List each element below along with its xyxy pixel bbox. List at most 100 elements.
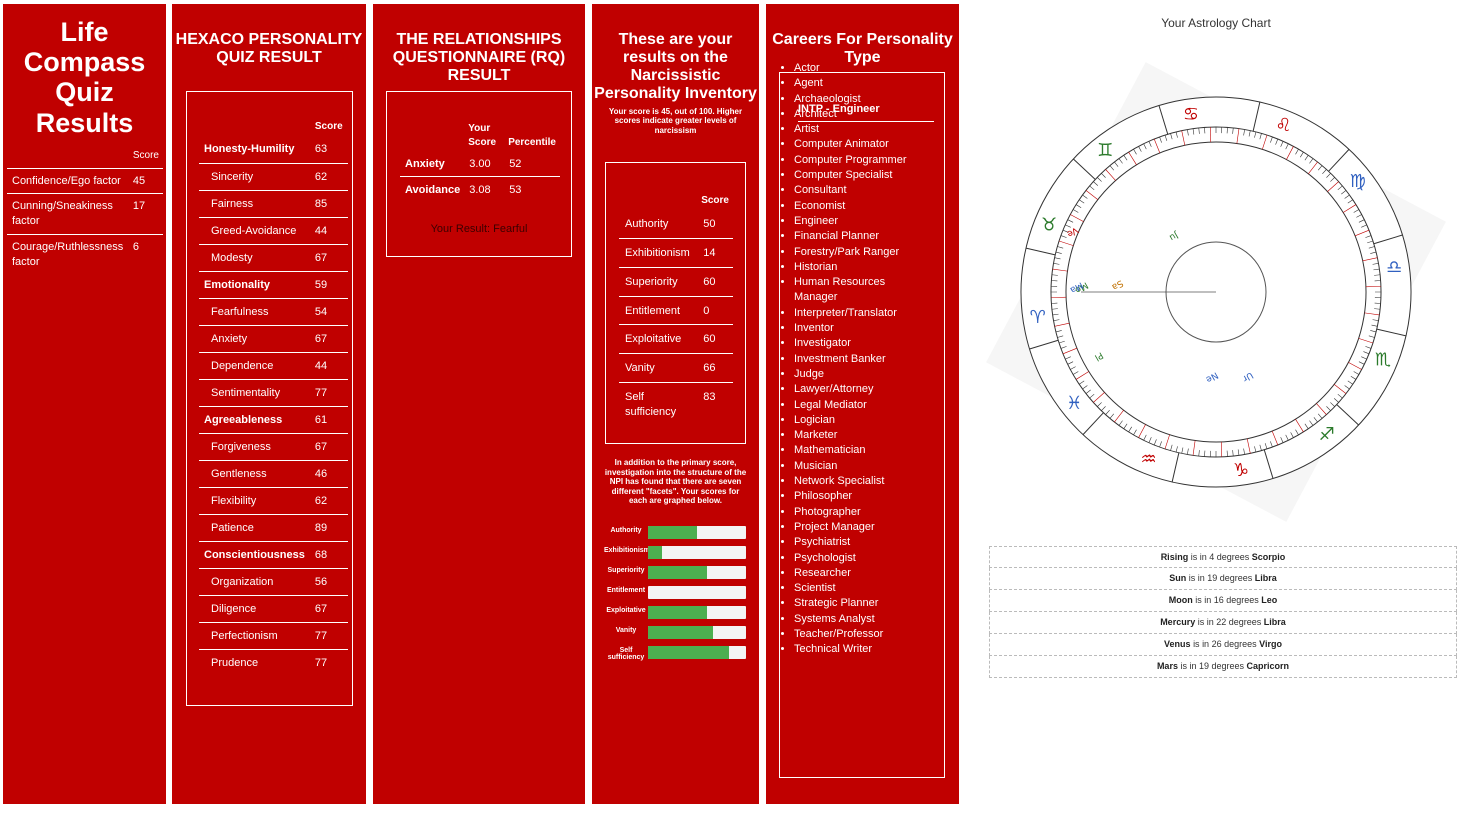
table-row: Flexibility 62 <box>199 487 348 515</box>
table-row: Avoidance 3.08 53 <box>400 177 560 203</box>
career-item: Computer Programmer <box>794 153 922 168</box>
row-score: 67 <box>309 325 348 353</box>
career-item: Architect <box>794 107 922 122</box>
career-item: Actor <box>794 61 922 76</box>
planet-name: Mercury <box>1160 617 1196 627</box>
zodiac-glyph: ♌ <box>1275 115 1291 136</box>
zodiac-glyph: ♏ <box>1375 349 1391 370</box>
zodiac-glyph: ♉ <box>1041 215 1057 236</box>
facet-bar-fill <box>648 566 707 579</box>
row-score: 89 <box>309 514 348 542</box>
row-score: 61 <box>309 406 348 434</box>
row-score: 6 <box>132 241 139 254</box>
npi-panel: These are your results on the Narcissist… <box>592 4 759 804</box>
row-score: 68 <box>309 541 348 569</box>
planet-name: Venus <box>1164 639 1191 649</box>
row-label: Confidence/Ego factor <box>7 168 128 195</box>
career-item: Psychologist <box>794 551 922 566</box>
table-row: Vanity 66 <box>619 353 733 384</box>
table-row: Authority 50 <box>619 210 733 239</box>
zodiac-glyph: ♎ <box>1386 257 1402 278</box>
career-item: Mathematician <box>794 443 922 458</box>
planet-sign: Libra <box>1254 573 1277 583</box>
row-label: Fearfulness <box>199 298 310 326</box>
row-score: 83 <box>703 391 716 404</box>
facet-row: Exploitative <box>604 606 746 619</box>
table-row: Gentleness 46 <box>199 460 348 488</box>
zodiac-glyph: ♋ <box>1183 104 1199 125</box>
career-item: Engineer <box>794 214 922 229</box>
row-label: Superiority <box>619 267 698 297</box>
rq-result: Your Result: Fearful <box>430 223 528 235</box>
life-compass-title: Life Compass Quiz Results <box>23 17 146 138</box>
row-label: Self sufficiency <box>625 391 677 418</box>
row-label: Fairness <box>199 190 310 218</box>
hexaco-box: Score Honesty-Humility 63 Sincerity 62 Fairn… <box>186 91 353 706</box>
score-header: Score <box>701 195 729 206</box>
position-row: Sun is in 19 degrees Libra <box>989 568 1457 590</box>
row-label: Conscientiousness <box>199 541 310 569</box>
zodiac-glyph: ♈ <box>1030 307 1046 328</box>
career-item: Systems Analyst <box>794 612 922 627</box>
row-label: Emotionality <box>199 271 310 299</box>
careers-title: Careers For Personality Type <box>772 31 953 66</box>
row-score: 56 <box>309 568 348 596</box>
row-label: Exhibitionism <box>619 238 698 268</box>
facet-bar-fill <box>648 526 697 539</box>
table-row: Fearfulness 54 <box>199 298 348 326</box>
npi-title: These are your results on the Narcissist… <box>594 31 757 102</box>
row-label: Organization <box>199 568 310 596</box>
row-label: Forgiveness <box>199 433 310 461</box>
row-score: 66 <box>697 353 733 384</box>
row-score: 44 <box>309 352 348 380</box>
planet-degree: is in 4 degrees <box>1190 552 1250 562</box>
row-score: 44 <box>309 217 348 245</box>
career-item: Agent <box>794 76 922 91</box>
hexaco-title: HEXACO PERSONALITY QUIZ RESULT <box>175 31 363 66</box>
zodiac-glyph: ♓ <box>1066 393 1082 414</box>
career-item: Philosopher <box>794 489 922 504</box>
row-score: 63 <box>309 136 348 164</box>
row-score: 77 <box>314 656 328 669</box>
table-row: Greed-Avoidance 44 <box>199 217 348 245</box>
zodiac-glyph: ♐ <box>1319 424 1335 445</box>
life-compass-table: Score Confidence/Ego factor 45 Cunning/S… <box>7 144 163 275</box>
table-row: Prudence 77 <box>199 649 348 676</box>
row-label: Exploitative <box>619 324 698 355</box>
zodiac-glyph: ♒ <box>1141 449 1157 470</box>
facet-label: Authority <box>610 527 642 534</box>
table-row: Perfectionism 77 <box>199 622 348 650</box>
facet-bar <box>648 566 746 579</box>
career-item: Computer Specialist <box>794 168 922 183</box>
row-label: Anxiety <box>400 151 465 177</box>
row-score: 0 <box>697 296 733 326</box>
table-row: Honesty-Humility 63 <box>199 136 348 164</box>
row-percentile: 53 <box>509 184 522 196</box>
career-item: Teacher/Professor <box>794 627 922 642</box>
career-item: Logician <box>794 413 922 428</box>
career-item: Consultant <box>794 183 922 198</box>
npi-table: Score Authority 50 Exhibitionism 14 Superior… <box>619 191 733 426</box>
table-row: Anxiety 67 <box>199 325 348 353</box>
career-item: Psychiatrist <box>794 535 922 550</box>
table-row: Emotionality 59 <box>199 271 348 299</box>
facet-label: Exhibitionism <box>604 547 650 554</box>
facet-bar <box>648 546 746 559</box>
career-item: Forestry/Park Ranger <box>794 245 922 260</box>
career-item: Legal Mediator <box>794 398 922 413</box>
planet-name: Sun <box>1169 573 1187 583</box>
row-score: 54 <box>309 298 348 326</box>
careers-panel: Careers For Personality Type INTP - Engi… <box>766 4 959 804</box>
planet-sign: Leo <box>1261 595 1278 605</box>
row-score: 62 <box>309 163 348 191</box>
life-compass-panel: Life Compass Quiz Results Score Confiden… <box>3 4 166 804</box>
table-row: Exploitative 60 <box>619 324 733 355</box>
row-score: 3.08 <box>469 184 491 196</box>
row-score: 17 <box>127 193 163 236</box>
career-item: Network Specialist <box>794 474 922 489</box>
row-score: 77 <box>309 622 348 650</box>
career-list: ActorAgentArchaeologistArchitectArtistCo… <box>794 61 922 658</box>
position-row: Rising is in 4 degrees Scorpio <box>989 546 1457 568</box>
row-label: Agreeableness <box>199 406 310 434</box>
table-row: Cunning/Sneakiness factor 17 <box>7 193 163 236</box>
